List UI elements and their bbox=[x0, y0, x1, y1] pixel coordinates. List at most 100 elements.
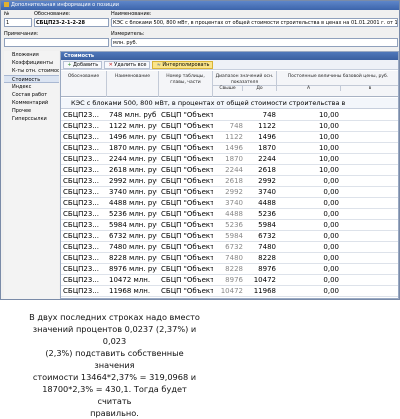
a-value-cell[interactable]: 10,00 bbox=[279, 121, 339, 132]
table-row[interactable]: СБЦП23...11968 млн. СБЦП "Объекты10472119… bbox=[61, 286, 398, 297]
a-value-cell[interactable]: 0,00 bbox=[279, 275, 339, 286]
basis-cell[interactable]: СБЦП23... bbox=[63, 297, 109, 298]
a-value-cell[interactable]: 0,00 bbox=[279, 220, 339, 231]
col-base-price-header[interactable]: Постоянные величины базовой цены, руб. bbox=[277, 71, 398, 85]
basis-cell[interactable]: СБЦП23... bbox=[63, 231, 109, 242]
to-cell[interactable]: 5984 bbox=[243, 220, 276, 231]
to-cell[interactable]: 5236 bbox=[243, 209, 276, 220]
basis-field[interactable]: СБЦП23-2-1-2-28 bbox=[34, 18, 109, 27]
interpolate-button[interactable]: ≈ Интерполировать bbox=[152, 61, 214, 69]
basis-cell[interactable]: СБЦП23... bbox=[63, 220, 109, 231]
to-cell[interactable]: 748 bbox=[243, 110, 276, 121]
table-cell[interactable]: СБЦП "Объекты bbox=[161, 143, 213, 154]
from-cell[interactable] bbox=[213, 110, 243, 121]
table-cell[interactable]: СБЦП "Объекты bbox=[161, 220, 213, 231]
table-row[interactable]: СБЦП23...5984 млн. руб. СБЦП "Объекты5236… bbox=[61, 220, 398, 231]
to-cell[interactable]: 8976 bbox=[243, 264, 276, 275]
col-range-header[interactable]: Диапазон значений осн. показателя bbox=[213, 71, 277, 85]
a-value-cell[interactable]: 0,00 bbox=[279, 286, 339, 297]
basis-cell[interactable]: СБЦП23... bbox=[63, 253, 109, 264]
basis-cell[interactable]: СБЦП23... bbox=[63, 242, 109, 253]
basis-cell[interactable]: СБЦП23... bbox=[63, 209, 109, 220]
from-cell[interactable]: 5984 bbox=[213, 231, 243, 242]
to-cell[interactable]: 2618 bbox=[243, 165, 276, 176]
to-cell[interactable]: 1496 bbox=[243, 132, 276, 143]
table-cell[interactable]: СБЦП "Объекты bbox=[161, 275, 213, 286]
a-value-cell[interactable]: 0,00 bbox=[279, 209, 339, 220]
table-row[interactable]: СБЦП23...2992 млн. руб. СБЦП "Объекты2618… bbox=[61, 176, 398, 187]
table-row[interactable]: СБЦП23...10472 млн. СБЦП "Объекты89761047… bbox=[61, 275, 398, 286]
nav-item-relative-cost-coefficients[interactable]: К-ты отн. стоимости bbox=[4, 67, 59, 75]
no-field[interactable]: 1 bbox=[4, 18, 32, 27]
a-value-cell[interactable]: 10,00 bbox=[279, 132, 339, 143]
name-cell[interactable]: 8228 млн. руб. bbox=[109, 253, 157, 264]
from-cell[interactable]: 3740 bbox=[213, 198, 243, 209]
basis-cell[interactable]: СБЦП23... bbox=[63, 275, 109, 286]
table-cell[interactable]: СБЦП "Объекты bbox=[161, 231, 213, 242]
name-cell[interactable]: 2244 млн. руб. bbox=[109, 154, 157, 165]
from-cell[interactable]: 2618 bbox=[213, 176, 243, 187]
name-cell[interactable]: 3740 млн. руб. bbox=[109, 187, 157, 198]
table-row[interactable]: СБЦП23...1870 млн. руб. СБЦП "Объекты1496… bbox=[61, 143, 398, 154]
table-row[interactable]: СБЦП23...3740 млн. руб. СБЦП "Объекты2992… bbox=[61, 187, 398, 198]
from-cell[interactable]: 748 bbox=[213, 121, 243, 132]
from-cell[interactable]: 4488 bbox=[213, 209, 243, 220]
a-value-cell[interactable]: 0,00 bbox=[279, 231, 339, 242]
to-cell[interactable]: 1870 bbox=[243, 143, 276, 154]
basis-cell[interactable]: СБЦП23... bbox=[63, 165, 109, 176]
name-cell[interactable]: 13464 млн. bbox=[109, 297, 157, 298]
col-table-header[interactable]: Номер таблицы, главы, части bbox=[159, 71, 213, 97]
from-cell[interactable]: 1870 bbox=[213, 154, 243, 165]
name-cell[interactable]: 1496 млн. руб. bbox=[109, 132, 157, 143]
table-cell[interactable]: СБЦП "Объекты bbox=[161, 264, 213, 275]
a-value-cell[interactable]: 10,00 bbox=[279, 165, 339, 176]
group-row[interactable]: КЭС с блоками 500, 800 мВт, в процентах … bbox=[61, 98, 398, 109]
basis-cell[interactable]: СБЦП23... bbox=[63, 264, 109, 275]
name-cell[interactable]: 6732 млн. руб. bbox=[109, 231, 157, 242]
delete-all-button[interactable]: ✕ Удалить все bbox=[104, 61, 151, 69]
table-row[interactable]: СБЦП23...2618 млн. руб. СБЦП "Объекты2244… bbox=[61, 165, 398, 176]
basis-cell[interactable]: СБЦП23... bbox=[63, 121, 109, 132]
table-row[interactable]: СБЦП23...4488 млн. руб. СБЦП "Объекты3740… bbox=[61, 198, 398, 209]
a-value-cell[interactable]: 0,00 bbox=[279, 198, 339, 209]
nav-item-comment[interactable]: Комментарий bbox=[4, 99, 59, 107]
basis-cell[interactable]: СБЦП23... bbox=[63, 154, 109, 165]
table-row[interactable]: СБЦП23...1496 млн. руб. СБЦП "Объекты1122… bbox=[61, 132, 398, 143]
basis-cell[interactable]: СБЦП23... bbox=[63, 176, 109, 187]
add-button[interactable]: + Добавить bbox=[63, 61, 103, 69]
nav-item-coefficients[interactable]: Коэффициенты bbox=[4, 59, 59, 67]
a-value-cell[interactable]: 10,00 bbox=[279, 154, 339, 165]
col-a-header[interactable]: А bbox=[277, 85, 341, 91]
name-cell[interactable]: 8976 млн. руб. bbox=[109, 264, 157, 275]
name-cell[interactable]: 4488 млн. руб. bbox=[109, 198, 157, 209]
col-basis-header[interactable]: Обоснование bbox=[61, 71, 107, 97]
from-cell[interactable]: 7480 bbox=[213, 253, 243, 264]
table-cell[interactable]: СБЦП "Объекты bbox=[161, 209, 213, 220]
a-value-cell[interactable]: 0,00 bbox=[279, 176, 339, 187]
a-value-cell[interactable]: 0,00 bbox=[279, 187, 339, 198]
table-row[interactable]: СБЦП23...6732 млн. руб. СБЦП "Объекты5984… bbox=[61, 231, 398, 242]
from-cell[interactable]: 8228 bbox=[213, 264, 243, 275]
from-cell[interactable]: 8976 bbox=[213, 275, 243, 286]
table-row[interactable]: СБЦП23...2244 млн. руб. СБЦП "Объекты1870… bbox=[61, 154, 398, 165]
table-row[interactable]: СБЦП23...8976 млн. руб. СБЦП "Объекты8228… bbox=[61, 264, 398, 275]
to-cell[interactable]: 13464 bbox=[243, 297, 276, 298]
from-cell[interactable]: 2244 bbox=[213, 165, 243, 176]
to-cell[interactable]: 11968 bbox=[243, 286, 276, 297]
basis-cell[interactable]: СБЦП23... bbox=[63, 187, 109, 198]
nav-item-hyperlinks[interactable]: Гиперссылки bbox=[4, 115, 59, 123]
basis-cell[interactable]: СБЦП23... bbox=[63, 143, 109, 154]
name-cell[interactable]: 7480 млн. руб. bbox=[109, 242, 157, 253]
col-b-header[interactable]: в bbox=[341, 85, 398, 91]
table-cell[interactable]: СБЦП "Объекты bbox=[161, 132, 213, 143]
to-cell[interactable]: 6732 bbox=[243, 231, 276, 242]
table-cell[interactable]: СБЦП "Объекты bbox=[161, 165, 213, 176]
name-cell[interactable]: 1122 млн. руб. bbox=[109, 121, 157, 132]
nav-item-index[interactable]: Индекс bbox=[4, 83, 59, 91]
from-cell[interactable]: 1122 bbox=[213, 132, 243, 143]
to-cell[interactable]: 4488 bbox=[243, 198, 276, 209]
from-cell[interactable]: 1496 bbox=[213, 143, 243, 154]
nav-item-other[interactable]: Прочее bbox=[4, 107, 59, 115]
table-cell[interactable]: СБЦП "Объекты bbox=[161, 297, 213, 298]
table-cell[interactable]: СБЦП "Объекты bbox=[161, 110, 213, 121]
